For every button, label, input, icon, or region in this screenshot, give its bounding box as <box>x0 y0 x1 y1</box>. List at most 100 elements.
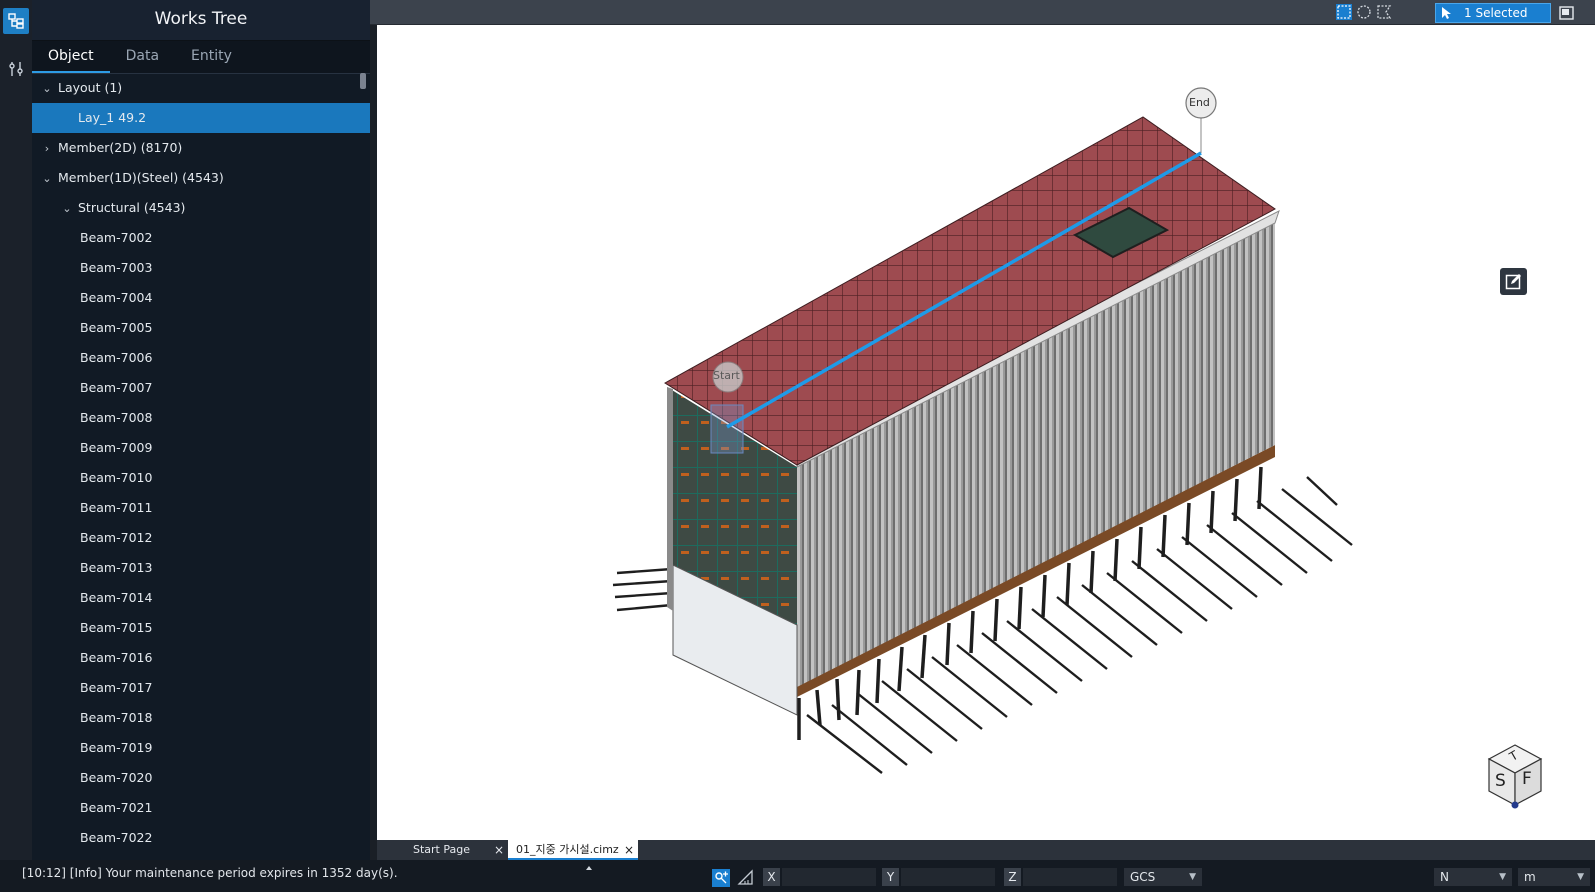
z-coordinate-field[interactable] <box>1023 868 1117 886</box>
tree-item-label: Beam-7012 <box>80 530 153 545</box>
chevron-down-icon: ▼ <box>1189 872 1196 882</box>
tree-item[interactable]: Beam-7022 <box>32 823 370 853</box>
tree-item[interactable]: Beam-7019 <box>32 733 370 763</box>
chevron-down-icon: ▼ <box>1499 872 1506 882</box>
tree-item[interactable]: Beam-7017 <box>32 673 370 703</box>
tree-group[interactable]: ⌄ Structural (4543) <box>32 193 370 223</box>
viewport-toolbar <box>370 0 1595 25</box>
tree-item-label: Beam-7018 <box>80 710 153 725</box>
view-cube[interactable]: T S F <box>1485 743 1545 809</box>
tree-item[interactable]: Beam-7007 <box>32 373 370 403</box>
tab-data[interactable]: Data <box>110 41 175 73</box>
tree-item-label: Beam-7010 <box>80 470 153 485</box>
tree-item-label: Structural (4543) <box>78 200 186 215</box>
object-tree: ⌄ Layout (1) Lay_1 49.2 › Member(2D) (8170) ⌄… <box>32 73 370 860</box>
tree-group[interactable]: ⌄ Layout (1) <box>32 73 370 103</box>
selection-indicator[interactable]: 1 Selected <box>1435 3 1551 23</box>
tree-item-label: Beam-7013 <box>80 560 153 575</box>
tree-group[interactable]: ⌄ Member(1D)(Steel) (4543) <box>32 163 370 193</box>
unit-select[interactable]: m ▼ <box>1518 868 1590 886</box>
tree-item[interactable]: Beam-7020 <box>32 763 370 793</box>
tree-item-label: Beam-7022 <box>80 830 153 845</box>
chevron-up-icon[interactable] <box>584 864 594 872</box>
view-cube-front[interactable]: F <box>1522 769 1532 789</box>
circle-select-icon[interactable] <box>1355 3 1373 21</box>
tree-item[interactable]: Beam-7015 <box>32 613 370 643</box>
view-cube-side[interactable]: S <box>1495 771 1506 791</box>
tree-item[interactable]: Beam-7018 <box>32 703 370 733</box>
tree-item[interactable]: Beam-7010 <box>32 463 370 493</box>
status-message: [10:12] [Info] Your maintenance period e… <box>22 866 398 880</box>
tree-item[interactable]: Beam-7011 <box>32 493 370 523</box>
tree-item-label: Beam-7004 <box>80 290 153 305</box>
chevron-down-icon[interactable]: ⌄ <box>60 194 74 224</box>
tab-start-page[interactable]: Start Page × <box>377 840 506 860</box>
tree-item-label: Lay_1 49.2 <box>78 110 147 125</box>
panel-title: Works Tree <box>32 0 370 41</box>
tree-item-label: Beam-7003 <box>80 260 153 275</box>
close-icon[interactable]: × <box>624 840 634 860</box>
document-tabs: Start Page × 01_지중 가시설.cimz × <box>377 840 1595 860</box>
window-layout-icon[interactable] <box>1558 4 1576 22</box>
tree-item-label: Beam-7009 <box>80 440 153 455</box>
y-coordinate-label: Y <box>882 868 899 886</box>
tree-item-label: Beam-7005 <box>80 320 153 335</box>
tree-item-label: Beam-7008 <box>80 410 153 425</box>
tree-item[interactable]: Beam-7021 <box>32 793 370 823</box>
tab-entity[interactable]: Entity <box>175 41 248 73</box>
end-marker-label: End <box>1189 96 1210 109</box>
edit-view-button[interactable] <box>1500 268 1527 295</box>
tree-item[interactable]: Beam-7005 <box>32 313 370 343</box>
tree-item[interactable]: Beam-7016 <box>32 643 370 673</box>
polygon-select-icon[interactable] <box>1375 3 1393 21</box>
box-select-icon[interactable] <box>1335 3 1353 21</box>
tree-item-label: Beam-7017 <box>80 680 153 695</box>
tree-item-label: Member(2D) (8170) <box>58 140 183 155</box>
chevron-down-icon[interactable]: ⌄ <box>40 74 54 104</box>
tree-item[interactable]: Beam-7002 <box>32 223 370 253</box>
tree-item[interactable]: Beam-7009 <box>32 433 370 463</box>
tree-item[interactable]: Beam-7004 <box>32 283 370 313</box>
tree-item[interactable]: Beam-7013 <box>32 553 370 583</box>
tree-item[interactable]: Beam-7012 <box>32 523 370 553</box>
panel-tabs: Object Data Entity <box>32 41 370 74</box>
x-coordinate-field[interactable] <box>782 868 876 886</box>
tree-item-label: Beam-7006 <box>80 350 153 365</box>
works-tree-icon[interactable] <box>3 8 29 34</box>
tree-item[interactable]: Beam-7014 <box>32 583 370 613</box>
chevron-right-icon[interactable]: › <box>40 134 54 164</box>
direction-select[interactable]: N ▼ <box>1434 868 1512 886</box>
tree-item-label: Beam-7021 <box>80 800 153 815</box>
icon-rail <box>0 0 33 860</box>
z-coordinate-label: Z <box>1004 868 1021 886</box>
tree-item-label: Beam-7002 <box>80 230 153 245</box>
tree-scrollbar[interactable] <box>360 73 366 89</box>
tab-document-file[interactable]: 01_지중 가시설.cimz × <box>508 840 638 860</box>
selection-count: 1 Selected <box>1464 6 1528 20</box>
tree-item[interactable]: Beam-7006 <box>32 343 370 373</box>
settings-sliders-icon[interactable] <box>3 56 29 82</box>
close-icon[interactable]: × <box>494 840 504 860</box>
snap-icon[interactable] <box>712 869 730 887</box>
tree-group[interactable]: › Member(2D) (8170) <box>32 133 370 163</box>
start-marker-label: Start <box>713 369 740 382</box>
coordinate-system-select[interactable]: GCS ▼ <box>1124 868 1202 886</box>
pointer-icon <box>1442 7 1451 19</box>
tree-item[interactable]: Beam-7003 <box>32 253 370 283</box>
tree-group[interactable]: Lay_1 49.2 <box>32 103 370 133</box>
tree-item[interactable]: Beam-7008 <box>32 403 370 433</box>
tree-item-label: Beam-7019 <box>80 740 153 755</box>
structure-model <box>612 87 1353 774</box>
works-tree-panel: Works Tree Object Data Entity ⌄ Layout (1… <box>32 0 370 860</box>
tree-item-label: Beam-7020 <box>80 770 153 785</box>
edit-icon <box>1505 274 1521 290</box>
status-bar: [10:12] [Info] Your maintenance period e… <box>0 860 1595 892</box>
tree-item-label: Beam-7014 <box>80 590 153 605</box>
chevron-down-icon[interactable]: ⌄ <box>40 164 54 194</box>
tree-item-label: Beam-7011 <box>80 500 153 515</box>
tab-object[interactable]: Object <box>32 41 110 73</box>
chevron-down-icon: ▼ <box>1577 872 1584 882</box>
measure-icon[interactable] <box>737 869 755 887</box>
3d-viewport[interactable]: Start End T S F <box>377 25 1595 840</box>
y-coordinate-field[interactable] <box>901 868 995 886</box>
